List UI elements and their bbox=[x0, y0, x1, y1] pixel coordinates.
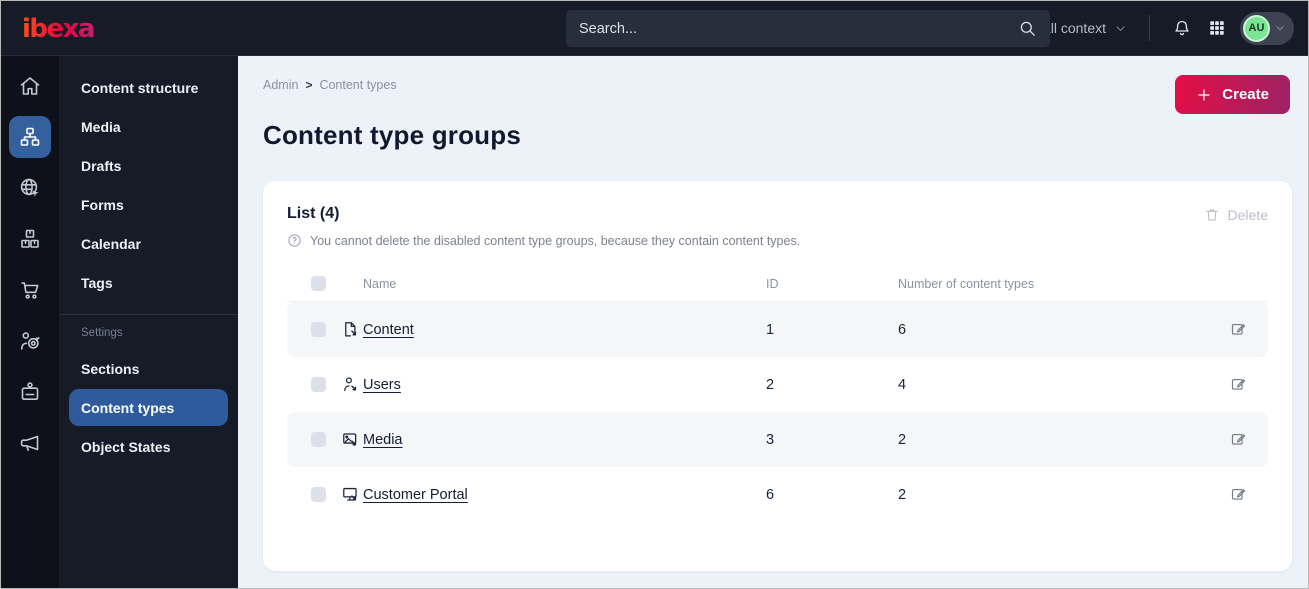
breadcrumb-separator: > bbox=[305, 77, 313, 92]
group-link-content[interactable]: Content bbox=[363, 322, 414, 338]
table-row: Media 3 2 bbox=[287, 412, 1268, 467]
nav-dashboard[interactable] bbox=[1, 60, 59, 111]
breadcrumb-admin[interactable]: Admin bbox=[263, 78, 298, 92]
media-image-icon bbox=[341, 430, 363, 449]
sidebar-item-forms[interactable]: Forms bbox=[59, 185, 238, 224]
group-id: 6 bbox=[766, 486, 775, 503]
personalization-icon bbox=[18, 329, 42, 353]
grid-apps-icon bbox=[1208, 19, 1226, 37]
group-count: 2 bbox=[898, 431, 907, 448]
ibexa-logo[interactable]: ibexa bbox=[21, 10, 113, 46]
search-input[interactable] bbox=[579, 20, 1018, 37]
group-count: 2 bbox=[898, 486, 907, 503]
avatar: AU bbox=[1243, 14, 1270, 42]
sidebar-item-content-types[interactable]: Content types bbox=[69, 389, 228, 426]
sidebar-item-drafts[interactable]: Drafts bbox=[59, 146, 238, 185]
nav-site[interactable] bbox=[1, 162, 59, 213]
delete-button[interactable]: Delete bbox=[1204, 207, 1268, 223]
chevron-down-icon bbox=[1114, 22, 1127, 35]
delete-button-label: Delete bbox=[1227, 207, 1268, 223]
top-bar-divider bbox=[1149, 15, 1150, 41]
top-bar: ibexa Site: All context bbox=[1, 1, 1308, 56]
home-icon bbox=[18, 74, 42, 98]
content-file-icon bbox=[341, 320, 363, 339]
sidebar-section-label: Settings bbox=[81, 327, 123, 339]
bell-icon bbox=[1172, 18, 1192, 38]
table-header: Name ID Number of content types bbox=[287, 266, 1268, 302]
sidebar-item-tags[interactable]: Tags bbox=[59, 263, 238, 302]
svg-text:ibexa: ibexa bbox=[22, 14, 94, 44]
content-type-groups-card: List (4) Delete You cannot delete the di… bbox=[263, 181, 1292, 571]
nav-admin[interactable] bbox=[1, 366, 59, 417]
search-icon bbox=[1018, 19, 1037, 38]
group-count: 4 bbox=[898, 376, 907, 393]
marketing-megaphone-icon bbox=[18, 431, 42, 455]
hint-text: You cannot delete the disabled content t… bbox=[310, 233, 801, 248]
nav-personalization[interactable] bbox=[1, 315, 59, 366]
select-all-checkbox[interactable] bbox=[311, 276, 326, 291]
trash-icon bbox=[1204, 207, 1220, 223]
notifications-button[interactable] bbox=[1170, 16, 1194, 40]
column-header-name: Name bbox=[363, 276, 397, 291]
main-content: Admin > Content types Create Content typ… bbox=[238, 56, 1308, 588]
edit-button[interactable] bbox=[1228, 429, 1268, 450]
admin-badge-icon bbox=[18, 380, 42, 404]
ibexa-logo-icon: ibexa bbox=[22, 14, 95, 44]
nav-commerce[interactable] bbox=[1, 264, 59, 315]
table-row: Customer Portal 6 2 bbox=[287, 467, 1268, 522]
page-title: Content type groups bbox=[263, 120, 522, 150]
sidebar-divider bbox=[59, 314, 238, 315]
content-type-groups-table: Name ID Number of content types Content … bbox=[287, 266, 1268, 522]
sidebar-item-calendar[interactable]: Calendar bbox=[59, 224, 238, 263]
nav-content-active-indicator bbox=[9, 115, 51, 158]
primary-nav-rail bbox=[1, 56, 59, 588]
column-header-id: ID bbox=[766, 276, 779, 291]
row-checkbox[interactable] bbox=[311, 377, 326, 392]
breadcrumb-current: Content types bbox=[319, 77, 397, 92]
users-icon bbox=[341, 375, 363, 394]
products-icon bbox=[18, 227, 42, 251]
row-checkbox[interactable] bbox=[311, 432, 326, 447]
group-count: 6 bbox=[898, 321, 907, 338]
site-globe-icon bbox=[18, 176, 42, 200]
customer-portal-icon bbox=[341, 485, 363, 504]
ibexa-admin-window: ibexa Site: All context bbox=[0, 0, 1309, 589]
content-tree-icon bbox=[18, 125, 42, 149]
plus-icon bbox=[1196, 87, 1212, 103]
create-button[interactable]: Create bbox=[1175, 75, 1290, 114]
nav-marketing[interactable] bbox=[1, 417, 59, 468]
list-title: List (4) bbox=[287, 205, 340, 222]
edit-button[interactable] bbox=[1228, 319, 1268, 340]
sidebar-item-object-states[interactable]: Object States bbox=[59, 427, 238, 466]
group-link-customer-portal[interactable]: Customer Portal bbox=[363, 487, 468, 503]
edit-button[interactable] bbox=[1228, 374, 1268, 395]
nav-content[interactable] bbox=[1, 111, 59, 162]
app-switcher-button[interactable] bbox=[1206, 17, 1228, 39]
group-link-users[interactable]: Users bbox=[363, 377, 401, 393]
hint-row: You cannot delete the disabled content t… bbox=[287, 233, 1268, 248]
table-row: Users 2 4 bbox=[287, 357, 1268, 412]
group-id: 3 bbox=[766, 431, 775, 448]
nav-products[interactable] bbox=[1, 213, 59, 264]
sidebar-item-sections[interactable]: Sections bbox=[59, 349, 238, 388]
edit-button[interactable] bbox=[1228, 484, 1268, 505]
row-checkbox[interactable] bbox=[311, 322, 326, 337]
chevron-down-icon bbox=[1274, 22, 1286, 34]
create-button-label: Create bbox=[1222, 86, 1269, 103]
breadcrumb: Admin > Content types bbox=[263, 76, 1292, 93]
secondary-sidebar: Content structure Media Drafts Forms Cal… bbox=[59, 56, 238, 588]
sidebar-item-content-structure[interactable]: Content structure bbox=[59, 68, 238, 107]
sidebar-item-media[interactable]: Media bbox=[59, 107, 238, 146]
group-id: 1 bbox=[766, 321, 775, 338]
group-id: 2 bbox=[766, 376, 775, 393]
group-link-media[interactable]: Media bbox=[363, 432, 403, 448]
user-menu[interactable]: AU bbox=[1240, 11, 1294, 45]
table-row: Content 1 6 bbox=[287, 302, 1268, 357]
column-header-count: Number of content types bbox=[898, 276, 1035, 291]
global-search bbox=[566, 10, 1050, 47]
cart-icon bbox=[18, 278, 42, 302]
row-checkbox[interactable] bbox=[311, 487, 326, 502]
question-circle-icon bbox=[287, 233, 302, 248]
